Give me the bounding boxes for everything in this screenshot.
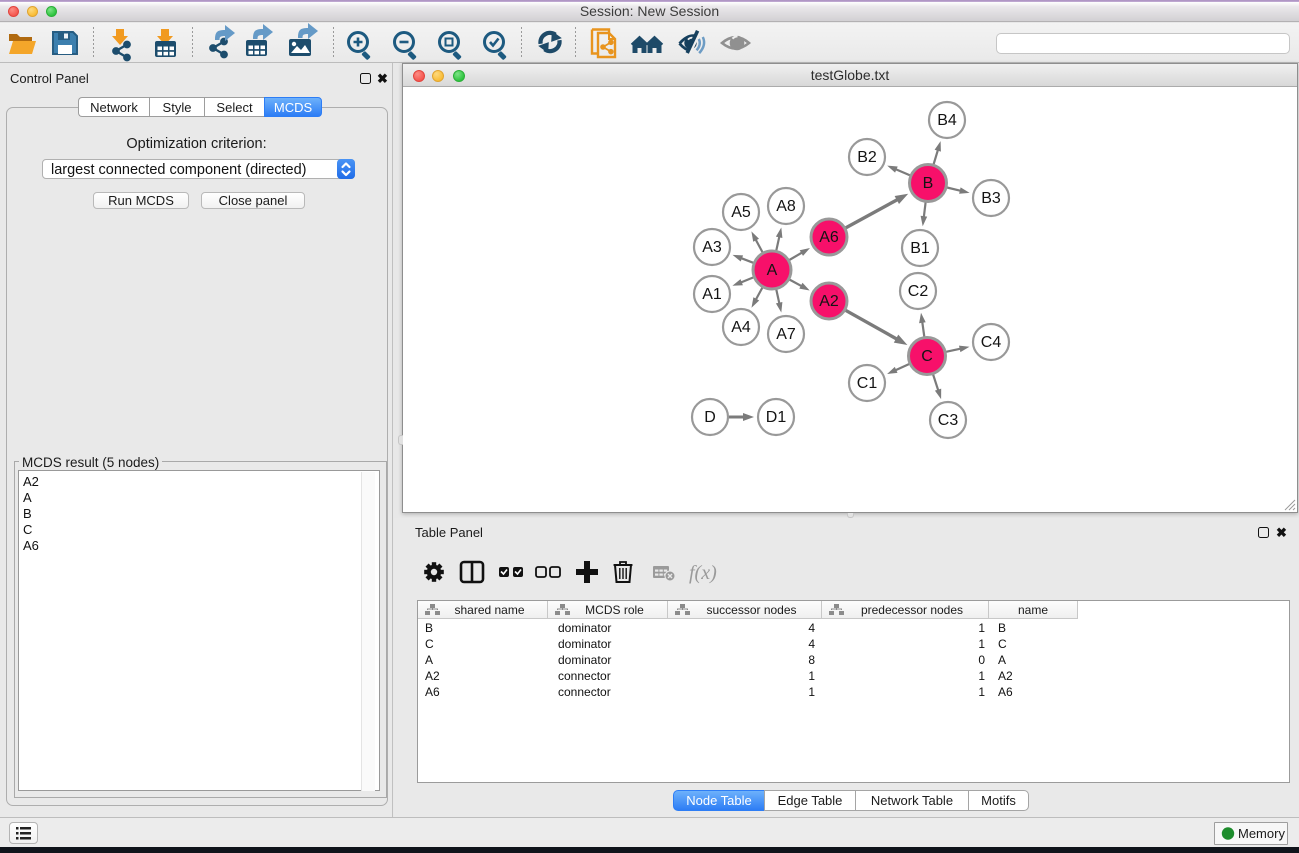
svg-text:A5: A5 bbox=[731, 204, 751, 221]
svg-text:A8: A8 bbox=[776, 198, 796, 215]
svg-text:A7: A7 bbox=[776, 326, 796, 343]
svg-text:A: A bbox=[767, 262, 778, 279]
svg-text:A2: A2 bbox=[819, 293, 839, 310]
svg-text:A4: A4 bbox=[731, 319, 751, 336]
svg-text:f(x): f(x) bbox=[689, 562, 717, 584]
svg-text:A3: A3 bbox=[702, 239, 722, 256]
svg-text:B: B bbox=[923, 175, 934, 192]
svg-text:C4: C4 bbox=[981, 334, 1002, 351]
svg-text:B3: B3 bbox=[981, 190, 1001, 207]
svg-text:A6: A6 bbox=[819, 229, 839, 246]
svg-text:A1: A1 bbox=[702, 286, 722, 303]
svg-text:D1: D1 bbox=[766, 409, 787, 426]
svg-text:B4: B4 bbox=[937, 112, 957, 129]
svg-text:Memory: Memory bbox=[1238, 826, 1285, 841]
svg-text:C3: C3 bbox=[938, 412, 959, 429]
svg-text:D: D bbox=[704, 409, 716, 426]
svg-text:B1: B1 bbox=[910, 240, 930, 257]
svg-text:B2: B2 bbox=[857, 149, 877, 166]
svg-text:C1: C1 bbox=[857, 375, 878, 392]
svg-text:C2: C2 bbox=[908, 283, 929, 300]
svg-text:C: C bbox=[921, 348, 933, 365]
